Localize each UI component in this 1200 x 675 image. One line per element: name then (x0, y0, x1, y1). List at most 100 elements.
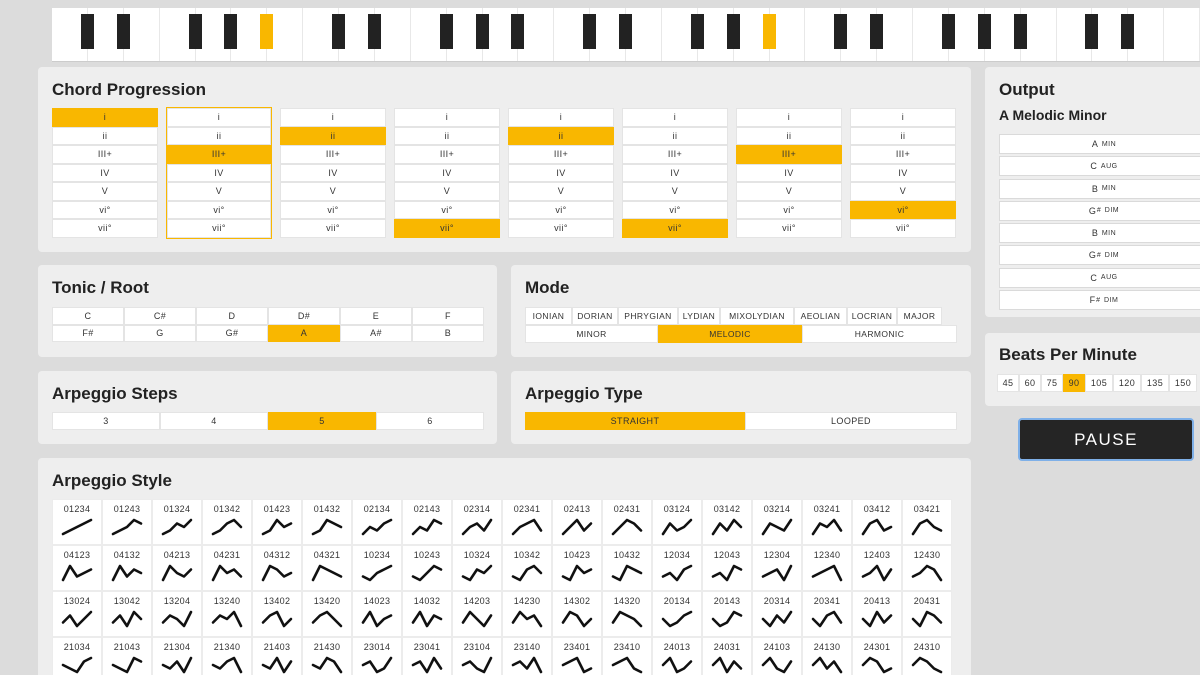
arpeggio-steps-option[interactable]: 4 (160, 412, 268, 430)
chord-degree-option[interactable]: IV (850, 163, 956, 182)
chord-degree-option[interactable]: i (52, 108, 158, 127)
arpeggio-style-option[interactable]: 02314 (452, 499, 502, 545)
arpeggio-style-option[interactable]: 04312 (252, 545, 302, 591)
chord-degree-option[interactable]: III+ (52, 145, 158, 164)
mode-option[interactable]: MAJOR (897, 307, 942, 325)
white-key[interactable] (805, 8, 848, 61)
chord-degree-option[interactable]: III+ (508, 145, 614, 164)
arpeggio-style-option[interactable]: 13042 (102, 591, 152, 637)
white-key[interactable] (949, 8, 991, 61)
tonic-option[interactable]: A# (340, 324, 412, 342)
arpeggio-style-option[interactable]: 01234 (52, 499, 102, 545)
arpeggio-style-option[interactable]: 23410 (602, 637, 652, 675)
white-key[interactable] (913, 8, 955, 61)
arpeggio-style-option[interactable]: 24031 (702, 637, 752, 675)
white-key[interactable] (698, 8, 740, 61)
arpeggio-style-option[interactable]: 24301 (852, 637, 902, 675)
chord-degree-option[interactable]: IV (52, 163, 158, 182)
white-key[interactable] (1128, 8, 1165, 61)
arpeggio-style-option[interactable]: 13240 (202, 591, 252, 637)
arpeggio-style-option[interactable]: 02143 (402, 499, 452, 545)
chord-degree-option[interactable]: vii° (850, 219, 956, 238)
arpeggio-style-option[interactable]: 10243 (402, 545, 452, 591)
arpeggio-style-option[interactable]: 03214 (752, 499, 802, 545)
chord-degree-option[interactable]: III+ (850, 145, 956, 164)
arpeggio-style-option[interactable]: 01324 (152, 499, 202, 545)
white-key[interactable] (303, 8, 345, 61)
arpeggio-style-option[interactable]: 20341 (802, 591, 852, 637)
chord-degree-option[interactable]: ii (52, 126, 158, 145)
arpeggio-style-option[interactable]: 01423 (252, 499, 302, 545)
bpm-option[interactable]: 90 (1063, 374, 1085, 392)
tonic-option[interactable]: G (124, 324, 196, 342)
arpeggio-style-option[interactable]: 03421 (902, 499, 952, 545)
arpeggio-style-option[interactable]: 24013 (652, 637, 702, 675)
arpeggio-steps-option[interactable]: 3 (52, 412, 160, 430)
white-key[interactable] (841, 8, 884, 61)
arpeggio-style-option[interactable]: 23140 (502, 637, 552, 675)
chord-degree-option[interactable]: vi° (52, 200, 158, 219)
tonic-option[interactable]: E (340, 307, 412, 325)
chord-degree-option[interactable]: vii° (167, 219, 271, 238)
chord-degree-option[interactable]: V (394, 182, 500, 201)
chord-degree-option[interactable]: vii° (280, 219, 386, 238)
chord-degree-option[interactable]: IV (280, 163, 386, 182)
arpeggio-style-option[interactable]: 03142 (702, 499, 752, 545)
chord-degree-option[interactable]: III+ (280, 145, 386, 164)
chord-degree-option[interactable]: V (736, 182, 842, 201)
arpeggio-style-option[interactable]: 23041 (402, 637, 452, 675)
arpeggio-style-option[interactable]: 24130 (802, 637, 852, 675)
white-key[interactable] (231, 8, 274, 61)
chord-degree-option[interactable]: vii° (52, 219, 158, 238)
chord-degree-option[interactable]: i (736, 108, 842, 127)
arpeggio-style-option[interactable]: 21034 (52, 637, 102, 675)
arpeggio-style-option[interactable]: 01342 (202, 499, 252, 545)
bpm-option[interactable]: 135 (1141, 374, 1169, 392)
arpeggio-style-option[interactable]: 12430 (902, 545, 952, 591)
chord-degree-option[interactable]: V (850, 182, 956, 201)
arpeggio-style-option[interactable]: 12403 (852, 545, 902, 591)
arpeggio-style-option[interactable]: 21304 (152, 637, 202, 675)
chord-degree-option[interactable]: III+ (167, 145, 271, 164)
arpeggio-style-option[interactable]: 03124 (652, 499, 702, 545)
chord-degree-option[interactable]: III+ (622, 145, 728, 164)
white-key[interactable] (124, 8, 160, 61)
arpeggio-style-option[interactable]: 12304 (752, 545, 802, 591)
chord-degree-option[interactable]: III+ (736, 145, 842, 164)
mode-option[interactable]: MELODIC (658, 325, 802, 343)
chord-degree-option[interactable]: vii° (622, 219, 728, 238)
chord-degree-option[interactable]: i (280, 108, 386, 127)
arpeggio-style-option[interactable]: 14203 (452, 591, 502, 637)
mode-option[interactable]: MIXOLYDIAN (720, 307, 794, 325)
arpeggio-style-option[interactable]: 12340 (802, 545, 852, 591)
chord-degree-option[interactable]: vii° (508, 219, 614, 238)
chord-degree-option[interactable]: i (622, 108, 728, 127)
arpeggio-style-option[interactable]: 20314 (752, 591, 802, 637)
white-key[interactable] (877, 8, 913, 61)
mode-option[interactable]: LOCRIAN (847, 307, 897, 325)
arpeggio-style-option[interactable]: 04123 (52, 545, 102, 591)
chord-degree-option[interactable]: i (508, 108, 614, 127)
mode-option[interactable]: DORIAN (572, 307, 618, 325)
chord-degree-option[interactable]: IV (394, 163, 500, 182)
white-key[interactable] (1164, 8, 1200, 61)
white-key[interactable] (734, 8, 776, 61)
arpeggio-style-option[interactable]: 04132 (102, 545, 152, 591)
arpeggio-steps-option[interactable]: 6 (376, 412, 484, 430)
white-key[interactable] (483, 8, 525, 61)
arpeggio-style-option[interactable]: 23401 (552, 637, 602, 675)
tonic-option[interactable]: B (412, 324, 484, 342)
chord-degree-option[interactable]: ii (850, 126, 956, 145)
arpeggio-style-option[interactable]: 03241 (802, 499, 852, 545)
chord-degree-option[interactable]: III+ (394, 145, 500, 164)
mode-option[interactable]: HARMONIC (802, 325, 957, 343)
arpeggio-style-option[interactable]: 02134 (352, 499, 402, 545)
chord-degree-option[interactable]: V (52, 182, 158, 201)
arpeggio-style-option[interactable]: 13402 (252, 591, 302, 637)
arpeggio-style-option[interactable]: 21340 (202, 637, 252, 675)
chord-degree-option[interactable]: i (394, 108, 500, 127)
chord-degree-option[interactable]: ii (622, 126, 728, 145)
arpeggio-style-option[interactable]: 12034 (652, 545, 702, 591)
arpeggio-style-option[interactable]: 02431 (602, 499, 652, 545)
bpm-option[interactable]: 60 (1019, 374, 1041, 392)
